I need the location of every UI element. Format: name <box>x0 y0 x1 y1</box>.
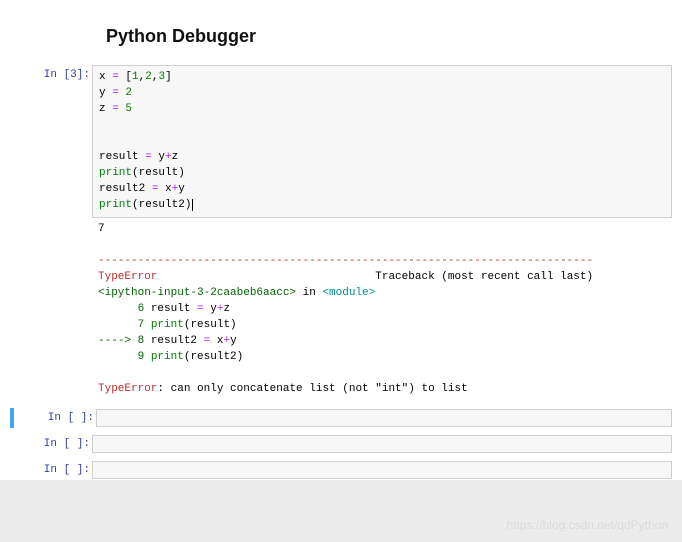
error-type: TypeError <box>98 271 157 283</box>
empty-cell-2[interactable]: In [ ]: <box>10 434 672 454</box>
code-cell-3[interactable]: In [3]: x = [1,2,3] y = 2 z = 5 result =… <box>10 65 672 402</box>
page-footer: https://blog.csdn.net/qdPython <box>0 480 682 542</box>
code-input[interactable]: x = [1,2,3] y = 2 z = 5 result = y+z pri… <box>92 65 672 218</box>
input-prompt: In [ ]: <box>10 460 90 476</box>
error-separator: ----------------------------------------… <box>98 255 593 267</box>
input-prompt: In [ ]: <box>14 408 94 424</box>
input-prompt: In [3]: <box>10 65 90 81</box>
code-input[interactable] <box>92 435 672 453</box>
empty-cell-3[interactable]: In [ ]: <box>10 460 672 480</box>
error-message: TypeError <box>98 383 157 395</box>
code-input[interactable] <box>92 461 672 479</box>
empty-cell-1[interactable]: In [ ]: <box>10 408 672 428</box>
text-cursor <box>192 199 193 211</box>
stdout: 7 <box>98 223 105 235</box>
error-source: <ipython-input-3-2caabeb6aacc> <box>98 287 296 299</box>
code-input[interactable] <box>96 409 672 427</box>
input-prompt: In [ ]: <box>10 434 90 450</box>
watermark-text: https://blog.csdn.net/qdPython <box>507 518 668 532</box>
markdown-heading: Python Debugger <box>106 26 672 47</box>
cell-output: 7 --------------------------------------… <box>92 218 672 401</box>
notebook-container: Python Debugger In [3]: x = [1,2,3] y = … <box>0 0 682 506</box>
